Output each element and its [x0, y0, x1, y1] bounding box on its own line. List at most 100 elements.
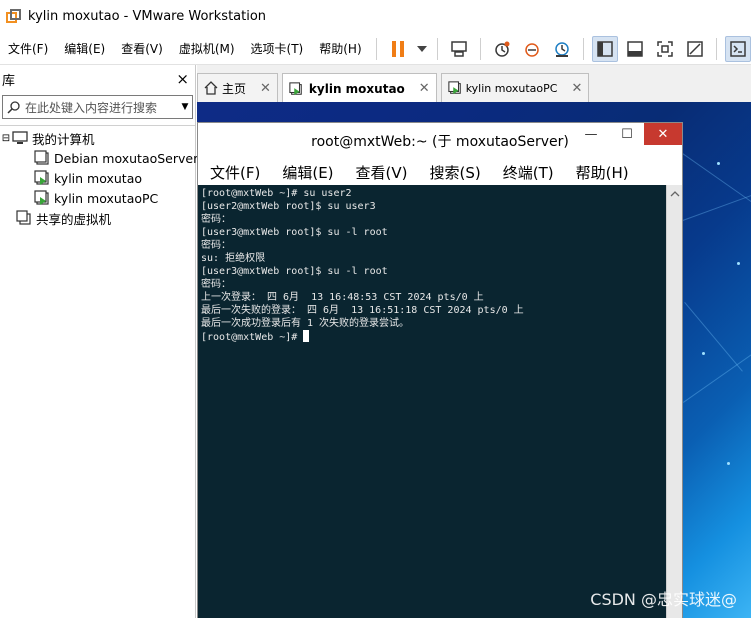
terminal-menu-file[interactable]: 文件(F)	[198, 162, 270, 183]
vm-running-icon	[448, 81, 461, 95]
terminal-titlebar[interactable]: root@mxtWeb:~ (于 moxutaoServer) — ☐ ✕	[198, 123, 682, 159]
tree-item-debian-moxutaoserver[interactable]: Debian moxutaoServer	[0, 148, 199, 168]
menu-view[interactable]: 查看(V)	[113, 33, 171, 65]
library-view-icon	[596, 40, 613, 57]
terminal-scrollbar[interactable]	[666, 185, 682, 618]
terminal-menu-help[interactable]: 帮助(H)	[564, 162, 639, 183]
desktop-decoration	[727, 462, 730, 465]
library-search-box[interactable]: 在此处键入内容进行搜索 ▼	[2, 95, 193, 119]
tree-item-kylin-moxutao[interactable]: kylin moxutao	[0, 168, 195, 188]
tree-item-label: 共享的虚拟机	[36, 211, 112, 227]
collapse-toggle-icon[interactable]: ⊟	[0, 133, 12, 144]
fullscreen-button[interactable]	[652, 36, 678, 62]
close-icon[interactable]: ✕	[260, 81, 271, 96]
terminal-line: [user3@mxtWeb root]$ su -l root	[201, 266, 388, 277]
terminal-line: 上一次登录： 四 6月 13 16:48:53 CST 2024 pts/0 上	[201, 292, 484, 303]
menu-edit[interactable]: 编辑(E)	[56, 33, 113, 65]
snapshot-manager-button[interactable]	[549, 36, 575, 62]
revert-snapshot-button[interactable]	[519, 36, 545, 62]
library-tree: ⊟ 我的计算机 Debian moxutaoServer kylin moxut…	[0, 125, 199, 228]
terminal-menu-terminal[interactable]: 终端(T)	[491, 162, 564, 183]
close-icon[interactable]: ✕	[419, 81, 430, 96]
toolbar-separator	[436, 37, 438, 60]
tree-item-kylin-moxutaopc[interactable]: kylin moxutaoPC	[0, 188, 195, 208]
console-icon	[729, 40, 746, 57]
scroll-up-icon[interactable]	[667, 188, 683, 200]
send-keys-icon	[450, 40, 467, 57]
chevron-down-icon[interactable]: ▼	[178, 102, 192, 112]
menu-vm[interactable]: 虚拟机(M)	[171, 33, 243, 65]
tab-kylin-moxutaopc[interactable]: kylin moxutaoPC ✕	[440, 73, 590, 102]
vm-tab-strip: 主页 ✕ kylin moxutao ✕ kylin moxutaoPC ✕	[197, 73, 593, 103]
send-ctrl-alt-del-button[interactable]	[446, 36, 472, 62]
maximize-button[interactable]: ☐	[610, 123, 644, 145]
thumbnail-view-icon	[626, 40, 643, 57]
library-header: 库 ×	[0, 65, 195, 93]
revert-snapshot-icon	[524, 42, 539, 57]
tree-item-my-computer[interactable]: ⊟ 我的计算机	[0, 128, 195, 148]
terminal-menu-search[interactable]: 搜索(S)	[418, 162, 491, 183]
fullscreen-icon	[656, 40, 673, 57]
desktop-decoration	[737, 262, 740, 265]
toolbar	[370, 33, 751, 65]
vm-content-area: 主页 ✕ kylin moxutao ✕ kylin moxutaoPC ✕ r…	[197, 65, 751, 618]
shared-vms-icon	[16, 210, 31, 225]
tab-kylin-moxutao[interactable]: kylin moxutao ✕	[281, 73, 437, 103]
power-dropdown-button[interactable]	[415, 36, 429, 62]
menu-file[interactable]: 文件(F)	[0, 33, 56, 65]
library-panel: 库 × 在此处键入内容进行搜索 ▼ ⊟ 我的计算机 Debian moxutao…	[0, 65, 199, 618]
terminal-menu-view[interactable]: 查看(V)	[344, 162, 418, 183]
search-icon	[3, 96, 25, 118]
tab-label: kylin moxutao	[308, 81, 405, 96]
take-snapshot-button[interactable]	[489, 36, 515, 62]
terminal-line: 最后一次失败的登录： 四 6月 13 16:51:18 CST 2024 pts…	[201, 305, 524, 316]
search-input[interactable]: 在此处键入内容进行搜索	[25, 99, 178, 116]
close-button[interactable]: ✕	[644, 123, 682, 145]
vm-running-icon	[34, 170, 49, 185]
desktop-decoration	[717, 162, 720, 165]
text-cursor	[303, 330, 310, 342]
terminal-prompt: [root@mxtWeb ~]#	[201, 332, 304, 343]
terminal-menu-edit[interactable]: 编辑(E)	[270, 162, 343, 183]
tree-item-label: Debian moxutaoServer	[54, 150, 199, 166]
terminal-output[interactable]: [root@mxtWeb ~]# su user2 [user2@mxtWeb r…	[198, 185, 668, 618]
terminal-line: 密码：	[201, 214, 231, 225]
tree-item-label: 我的计算机	[32, 131, 95, 147]
menu-help[interactable]: 帮助(H)	[311, 33, 369, 65]
pause-button[interactable]	[385, 36, 411, 62]
window-title: kylin moxutao - VMware Workstation	[28, 9, 267, 24]
desktop-decoration	[702, 352, 705, 355]
vm-running-icon	[34, 190, 49, 205]
terminal-line: su: 拒绝权限	[201, 253, 266, 264]
vm-running-icon	[289, 81, 302, 95]
thumbnail-bar-button[interactable]	[622, 36, 648, 62]
vm-icon	[34, 150, 49, 165]
minimize-button[interactable]: —	[574, 123, 608, 145]
terminal-title: root@mxtWeb:~ (于 moxutaoServer)	[311, 134, 569, 150]
terminal-line: [root@mxtWeb ~]# su user2	[201, 188, 352, 199]
unity-button[interactable]	[682, 36, 708, 62]
tab-label: kylin moxutaoPC	[465, 81, 558, 95]
terminal-line: [user3@mxtWeb root]$ su -l root	[201, 227, 388, 238]
library-close-button[interactable]: ×	[176, 70, 189, 88]
close-icon[interactable]: ✕	[571, 81, 582, 96]
tab-label: 主页	[222, 81, 247, 96]
terminal-window[interactable]: root@mxtWeb:~ (于 moxutaoServer) — ☐ ✕ 文件…	[197, 122, 683, 618]
tree-item-shared-vms[interactable]: 共享的虚拟机	[0, 208, 195, 228]
terminal-line: [user2@mxtWeb root]$ su user3	[201, 201, 376, 212]
guest-desktop[interactable]: root@mxtWeb:~ (于 moxutaoServer) — ☐ ✕ 文件…	[197, 102, 751, 618]
toolbar-separator	[582, 37, 584, 60]
show-library-button[interactable]	[591, 35, 618, 62]
toolbar-separator	[479, 37, 481, 60]
unity-icon	[686, 40, 703, 57]
terminal-line: 密码：	[201, 279, 231, 290]
desktop-decoration	[684, 302, 743, 372]
tab-home[interactable]: 主页 ✕	[197, 73, 278, 102]
watermark: CSDN @忠实球迷@	[590, 590, 737, 609]
desktop-decoration	[683, 350, 751, 403]
terminal-menu-bar: 文件(F) 编辑(E) 查看(V) 搜索(S) 终端(T) 帮助(H)	[198, 159, 682, 185]
console-view-button[interactable]	[724, 35, 751, 62]
vmware-window: kylin moxutao - VMware Workstation 文件(F)…	[0, 0, 751, 618]
menu-tabs[interactable]: 选项卡(T)	[243, 33, 312, 65]
pause-icon	[391, 40, 404, 57]
